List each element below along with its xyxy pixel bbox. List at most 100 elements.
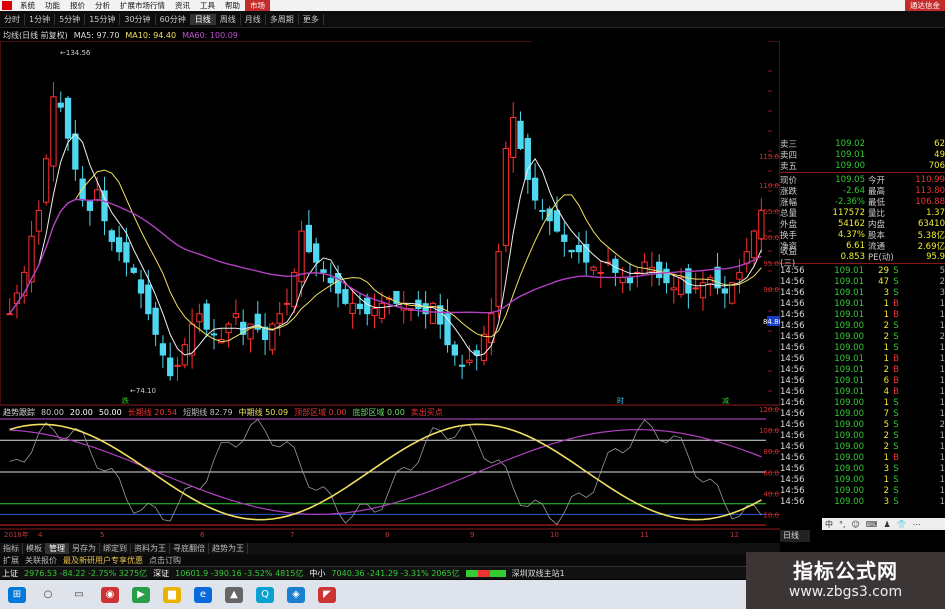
menu-quote[interactable]: 报价 xyxy=(65,0,90,11)
ma5-line xyxy=(9,133,762,357)
trade-price: 109.01 xyxy=(834,375,864,386)
time-axis-label: 7 xyxy=(290,531,294,539)
chart-blank-area xyxy=(388,211,438,291)
trade-volume: 1 xyxy=(883,397,889,408)
ime-item[interactable]: ☺ xyxy=(852,520,860,529)
app-icon-1[interactable]: ◉ xyxy=(101,586,119,603)
ad-item[interactable]: 关联报价 xyxy=(22,555,60,566)
app-icon-4[interactable]: Q xyxy=(256,586,274,603)
menu-ext-market[interactable]: 扩展市场行情 xyxy=(115,0,170,11)
app-icon-5[interactable]: ◈ xyxy=(287,586,305,603)
menu-market-tab[interactable]: 市场 xyxy=(245,0,270,11)
trade-side: B xyxy=(893,375,899,386)
search-icon[interactable]: ○ xyxy=(39,587,57,603)
ma-legend-title: 均线(日线 前复权) xyxy=(3,30,68,40)
indicator-tab[interactable]: 管理 xyxy=(46,543,69,554)
tab-daily[interactable]: 日线 xyxy=(780,530,810,542)
indicator-tab[interactable]: 模板 xyxy=(23,543,46,554)
menu-news[interactable]: 资讯 xyxy=(170,0,195,11)
ask-price: 109.02 xyxy=(835,138,865,149)
candle xyxy=(422,289,429,329)
trade-row: 14:56 109.01 2 B 1 xyxy=(780,364,945,375)
menu-tools[interactable]: 工具 xyxy=(195,0,220,11)
candle xyxy=(261,313,269,355)
ime-item[interactable]: ♟ xyxy=(883,520,890,529)
trade-volume: 29 xyxy=(878,265,889,276)
period-tab[interactable]: 更多 xyxy=(299,13,324,25)
app-icon-3[interactable]: ▲ xyxy=(225,586,243,603)
candle xyxy=(590,265,597,276)
ime-item[interactable]: 👕 xyxy=(897,520,907,529)
period-tab[interactable]: 周线 xyxy=(216,13,241,25)
trade-row: 14:56 109.01 1 B 1 xyxy=(780,298,945,309)
candle xyxy=(517,111,524,151)
indicator-tab[interactable]: 寻底翻倍 xyxy=(170,543,209,554)
menu-analysis[interactable]: 分析 xyxy=(90,0,115,11)
candle xyxy=(568,249,575,259)
indicator-tab[interactable]: 另存为 xyxy=(69,543,100,554)
trade-row: 14:56 109.00 2 S 1 xyxy=(780,441,945,452)
kline-chart[interactable]: 115.0110.0105.0100.095.090.084.80 120.01… xyxy=(0,41,780,543)
folder-icon[interactable]: ▆ xyxy=(163,586,181,603)
trade-time: 14:56 xyxy=(780,441,805,452)
indicator-tab[interactable]: 绑定到 xyxy=(100,543,131,554)
candle xyxy=(6,298,13,316)
trade-row: 14:56 109.01 29 S 5 xyxy=(780,265,945,276)
indicator-tab[interactable]: 资料为王 xyxy=(131,543,170,554)
ask-price: 109.01 xyxy=(835,149,865,160)
indicator-tab[interactable]: 指标 xyxy=(0,543,23,554)
period-tab[interactable]: 月线 xyxy=(241,13,266,25)
app-icon-tdx[interactable]: ◤ xyxy=(318,586,336,603)
period-tab[interactable]: 日线 xyxy=(190,13,216,25)
trade-volume: 1 xyxy=(883,342,889,353)
task-view-icon[interactable]: ▭ xyxy=(70,587,88,603)
trade-count: 2 xyxy=(939,331,945,342)
period-tab[interactable]: 15分钟 xyxy=(85,13,121,25)
ime-item[interactable]: °, xyxy=(839,520,846,529)
candle xyxy=(480,325,488,366)
candle xyxy=(356,294,364,316)
candle xyxy=(466,344,473,366)
trade-count: 1 xyxy=(939,342,945,353)
trade-side: S xyxy=(893,408,899,419)
period-tab[interactable]: 多周期 xyxy=(266,13,299,25)
ma-legend: 均线(日线 前复权) MA5: 97.70 MA10: 94.40 MA60: … xyxy=(0,29,238,41)
period-tab[interactable]: 30分钟 xyxy=(120,13,156,25)
candle xyxy=(641,253,648,276)
price-tick-label: 95.0 xyxy=(763,260,779,268)
menu-help[interactable]: 帮助 xyxy=(220,0,245,11)
trade-time: 14:56 xyxy=(780,309,805,320)
candle xyxy=(210,319,218,350)
ad-item[interactable]: 点击订购 xyxy=(146,555,184,566)
time-axis-label: 8 xyxy=(385,531,389,539)
ime-toolbar[interactable]: 中 °, ☺ ⌨ ♟ 👕 ⋯ xyxy=(822,518,945,530)
menu-system[interactable]: 系统 xyxy=(15,0,40,11)
stat-row: 收益(三) 0.853 PE(动) 95.9 xyxy=(780,247,945,269)
candle xyxy=(663,262,670,294)
ma60-value: MA60: 100.09 xyxy=(182,30,238,40)
price-tick-label: 90.0 xyxy=(763,286,779,294)
trade-count: 1 xyxy=(939,397,945,408)
stat-value: 109.05 xyxy=(835,174,865,185)
trade-count: 1 xyxy=(939,496,945,507)
trade-count: 1 xyxy=(939,485,945,496)
ad-item[interactable]: 最及新研用户专享优惠 xyxy=(60,555,146,566)
candle xyxy=(758,198,765,254)
stat-row: 涨幅 -2.36% 最低 106.88 xyxy=(780,196,945,208)
ad-item[interactable]: 扩展 xyxy=(0,555,22,566)
candle xyxy=(174,357,181,381)
indicator-tab[interactable]: 趋势为王 xyxy=(209,543,248,554)
period-tab[interactable]: 60分钟 xyxy=(156,13,191,25)
app-icon-2[interactable]: ▶ xyxy=(132,586,150,603)
ime-item[interactable]: ⋯ xyxy=(913,520,921,529)
period-tab[interactable]: 分时 xyxy=(0,13,25,25)
ime-item[interactable]: 中 xyxy=(825,519,833,530)
candle xyxy=(510,102,517,173)
period-tab[interactable]: 5分钟 xyxy=(55,13,86,25)
trade-time: 14:56 xyxy=(780,496,805,507)
start-icon[interactable]: ⊞ xyxy=(8,586,26,603)
menu-function[interactable]: 功能 xyxy=(40,0,65,11)
browser-icon[interactable]: e xyxy=(194,586,212,603)
period-tab[interactable]: 1分钟 xyxy=(25,13,56,25)
ime-item[interactable]: ⌨ xyxy=(866,520,878,529)
